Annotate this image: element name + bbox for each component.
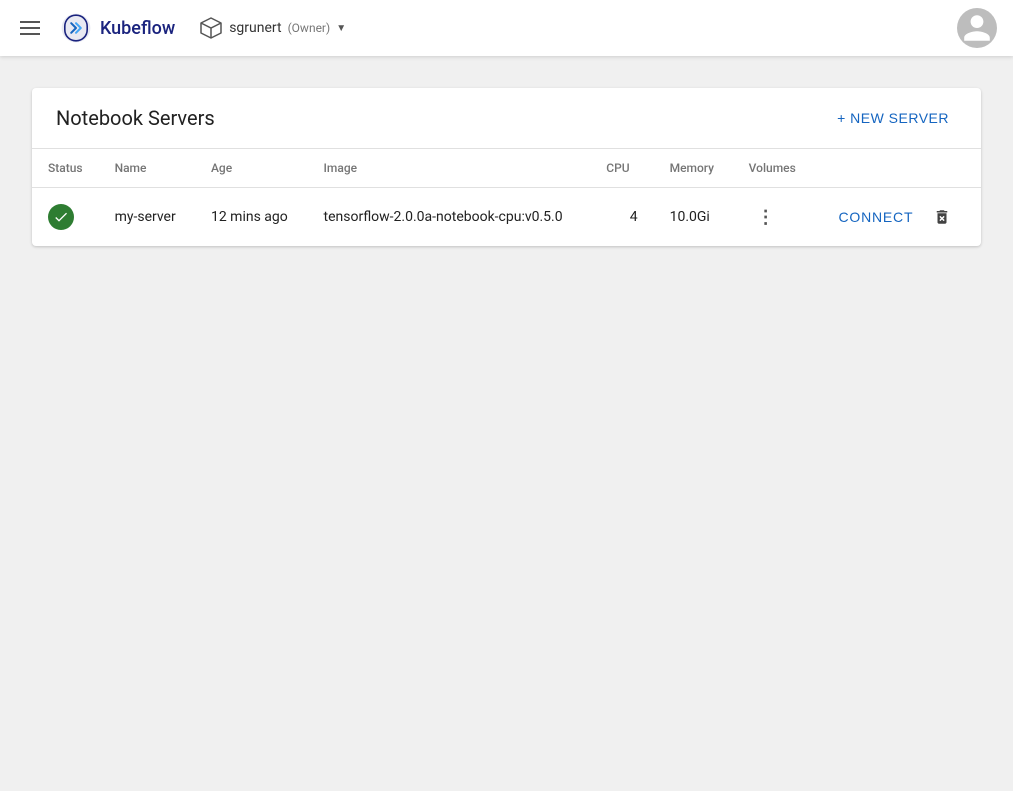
row-actions-group: CONNECT xyxy=(831,202,966,232)
connect-button[interactable]: CONNECT xyxy=(831,203,922,231)
brand-logo-area: Kubeflow xyxy=(60,12,175,44)
checkmark-icon xyxy=(53,209,69,225)
header-left: Kubeflow sgrunert (Owner) ▼ xyxy=(16,12,354,44)
row-age-cell: 12 mins ago xyxy=(195,188,308,247)
table-body: my-server 12 mins ago tensorflow-2.0.0a-… xyxy=(32,188,981,247)
app-header: Kubeflow sgrunert (Owner) ▼ xyxy=(0,0,1013,56)
servers-table: Status Name Age Image CPU Memory Volumes xyxy=(32,149,981,246)
namespace-name: sgrunert xyxy=(229,20,281,36)
new-server-button[interactable]: + NEW SERVER xyxy=(829,104,957,132)
row-name-cell: my-server xyxy=(99,188,195,247)
col-volumes: Volumes xyxy=(733,149,815,188)
page-title: Notebook Servers xyxy=(56,106,215,130)
col-memory: Memory xyxy=(654,149,733,188)
volumes-more-icon[interactable]: ⋮ xyxy=(749,203,784,232)
hamburger-menu-button[interactable] xyxy=(16,17,44,39)
row-image-cell: tensorflow-2.0.0a-notebook-cpu:v0.5.0 xyxy=(308,188,589,247)
card-header: Notebook Servers + NEW SERVER xyxy=(32,88,981,149)
table-header: Status Name Age Image CPU Memory Volumes xyxy=(32,149,981,188)
row-cpu-cell: 4 xyxy=(588,188,654,247)
namespace-selector[interactable]: sgrunert (Owner) ▼ xyxy=(191,12,354,44)
col-image: Image xyxy=(308,149,589,188)
brand-name-label: Kubeflow xyxy=(100,18,175,39)
col-actions xyxy=(815,149,982,188)
col-age: Age xyxy=(195,149,308,188)
status-running-icon xyxy=(48,204,74,230)
avatar-icon xyxy=(961,12,993,44)
col-cpu: CPU xyxy=(588,149,654,188)
namespace-icon xyxy=(199,16,223,40)
main-content: Notebook Servers + NEW SERVER Status Nam… xyxy=(0,56,1013,791)
user-avatar[interactable] xyxy=(957,8,997,48)
namespace-dropdown-arrow: ▼ xyxy=(336,23,346,34)
row-volumes-cell: ⋮ xyxy=(733,188,815,247)
col-name: Name xyxy=(99,149,195,188)
row-memory-cell: 10.0Gi xyxy=(654,188,733,247)
row-status-cell xyxy=(32,188,99,247)
trash-icon xyxy=(933,208,951,226)
namespace-role: (Owner) xyxy=(288,21,331,35)
notebook-servers-card: Notebook Servers + NEW SERVER Status Nam… xyxy=(32,88,981,246)
table-row: my-server 12 mins ago tensorflow-2.0.0a-… xyxy=(32,188,981,247)
kubeflow-logo-icon xyxy=(60,12,92,44)
delete-server-button[interactable] xyxy=(925,202,959,232)
col-status: Status xyxy=(32,149,99,188)
row-actions-cell: CONNECT xyxy=(815,188,982,247)
